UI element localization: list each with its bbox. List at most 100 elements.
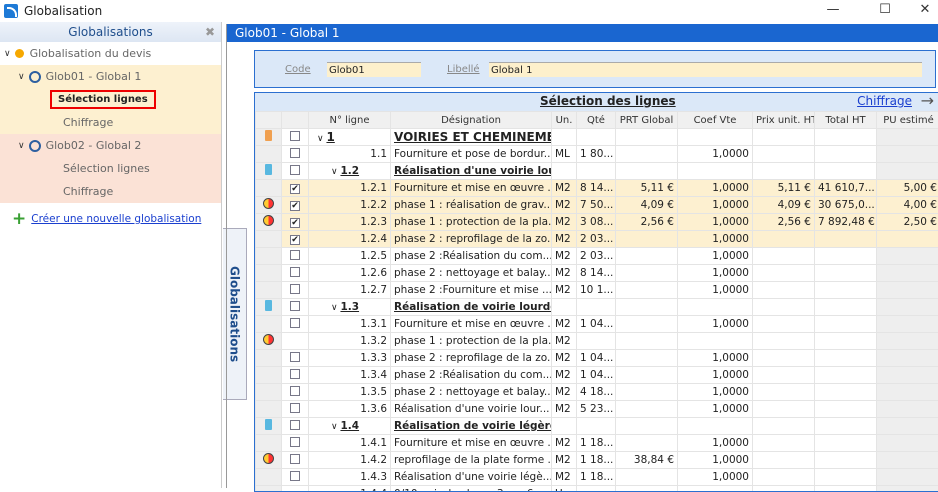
chevron-down-icon[interactable]: ∨ bbox=[18, 141, 25, 151]
tree-item-glob01-chiffrage[interactable]: Chiffrage bbox=[0, 111, 221, 134]
column-header-line-number[interactable]: N° ligne bbox=[309, 112, 391, 129]
tree-root[interactable]: ∨Globalisation du devis bbox=[0, 42, 221, 65]
libelle-input[interactable]: Global 1 bbox=[489, 62, 922, 77]
arrow-right-icon[interactable]: → bbox=[921, 92, 934, 110]
table-row[interactable]: ✔1.2.4phase 2 : reprofilage de la zo...M… bbox=[256, 231, 938, 248]
row-checkbox[interactable] bbox=[290, 267, 300, 277]
row-checkbox[interactable] bbox=[290, 437, 300, 447]
row-checkbox[interactable]: ✔ bbox=[290, 184, 300, 194]
table-row[interactable]: 1.3.2phase 1 : protection de la pla...M2 bbox=[256, 333, 938, 350]
table-row[interactable]: 1.3.3phase 2 : reprofilage de la zo...M2… bbox=[256, 350, 938, 367]
chevron-down-icon[interactable]: ∨ bbox=[18, 72, 25, 82]
column-header-quantity[interactable]: Qté bbox=[577, 112, 616, 129]
title-bar: Globalisation — ☐ ✕ bbox=[0, 0, 938, 22]
close-button[interactable]: ✕ bbox=[910, 2, 938, 20]
table-row[interactable]: 1.3.5phase 2 : nettoyage et balay...M24 … bbox=[256, 384, 938, 401]
cell-unit-price bbox=[753, 486, 815, 492]
table-row[interactable]: 1.4.40/10 noir de classe 3 sur 6 c...U bbox=[256, 486, 938, 492]
table-row[interactable]: 1.4.2reprofilage de la plate forme ...M2… bbox=[256, 452, 938, 469]
tree-item-glob01[interactable]: ∨Glob01 - Global 1 bbox=[0, 65, 221, 88]
tree-item-glob02-chiffrage[interactable]: Chiffrage bbox=[0, 180, 221, 203]
tree-item-glob02-selection[interactable]: Sélection lignes bbox=[0, 157, 221, 180]
column-header-icon[interactable] bbox=[256, 112, 282, 129]
row-checkbox[interactable]: ✔ bbox=[290, 201, 300, 211]
column-header-prt-global[interactable]: PRT Global bbox=[616, 112, 678, 129]
column-header-coef-vte[interactable]: Coef Vte bbox=[678, 112, 753, 129]
table-row[interactable]: 1.2.6phase 2 : nettoyage et balay...M28 … bbox=[256, 265, 938, 282]
table-row[interactable]: ✔1.2.2phase 1 : réalisation de grav...M2… bbox=[256, 197, 938, 214]
table-row[interactable]: 1.4.1Fourniture et mise en œuvre ...M21 … bbox=[256, 435, 938, 452]
cell-pu-estime bbox=[877, 163, 938, 180]
create-globalisation[interactable]: +Créer une nouvelle globalisation bbox=[0, 209, 221, 229]
tree-item-label[interactable]: Sélection lignes bbox=[63, 162, 150, 175]
designation-text: phase 2 : nettoyage et balay... bbox=[394, 386, 552, 398]
cell-line-number: ∨ 1.2 bbox=[309, 163, 391, 180]
column-header-unit[interactable]: Un. bbox=[552, 112, 577, 129]
chiffrage-link[interactable]: Chiffrage bbox=[857, 94, 912, 108]
row-checkbox[interactable] bbox=[290, 165, 300, 175]
table-row[interactable]: ∨ 1VOIRIES ET CHEMINEME... bbox=[256, 129, 938, 146]
blue-bookmark-icon bbox=[265, 300, 272, 311]
cell-quantity: 1 80... bbox=[577, 146, 616, 163]
table-row[interactable]: 1.1Fourniture et pose de bordur...ML1 80… bbox=[256, 146, 938, 163]
cell-pu-estime bbox=[877, 231, 938, 248]
row-checkbox[interactable] bbox=[290, 369, 300, 379]
cell-unit-price bbox=[753, 316, 815, 333]
row-checkbox[interactable] bbox=[290, 420, 300, 430]
close-panel-icon[interactable]: ✖ bbox=[205, 22, 215, 42]
row-icon-cell bbox=[256, 384, 282, 401]
tree-item-glob01-selection[interactable]: Sélection lignes bbox=[0, 88, 221, 111]
column-header-check[interactable] bbox=[282, 112, 309, 129]
row-checkbox[interactable] bbox=[290, 454, 300, 464]
table-row[interactable]: 1.3.1Fourniture et mise en œuvre ...M21 … bbox=[256, 316, 938, 333]
maximize-button[interactable]: ☐ bbox=[870, 2, 900, 20]
table-row[interactable]: ✔1.2.1Fourniture et mise en œuvre ...M28… bbox=[256, 180, 938, 197]
row-checkbox[interactable] bbox=[290, 250, 300, 260]
cell-line-number: 1.1 bbox=[309, 146, 391, 163]
cell-total-ht bbox=[815, 265, 877, 282]
create-globalisation-link[interactable]: Créer une nouvelle globalisation bbox=[31, 213, 201, 225]
row-checkbox[interactable] bbox=[290, 284, 300, 294]
cell-prt-global bbox=[616, 231, 678, 248]
cell-total-ht bbox=[815, 146, 877, 163]
cell-prt-global bbox=[616, 367, 678, 384]
chevron-down-icon[interactable]: ∨ bbox=[4, 49, 11, 59]
code-input[interactable]: Glob01 bbox=[327, 62, 421, 77]
row-checkbox[interactable] bbox=[290, 471, 300, 481]
table-row[interactable]: 1.4.3Réalisation d'une voirie légè...M21… bbox=[256, 469, 938, 486]
cell-unit-price bbox=[753, 333, 815, 350]
column-header-designation[interactable]: Désignation bbox=[391, 112, 552, 129]
column-header-unit-price[interactable]: Prix unit. HT bbox=[753, 112, 815, 129]
row-checkbox[interactable]: ✔ bbox=[290, 218, 300, 228]
line-number-text: 1.3 bbox=[340, 301, 359, 313]
row-checkbox[interactable] bbox=[290, 386, 300, 396]
column-header-pu-estime[interactable]: PU estimé bbox=[877, 112, 938, 129]
table-row[interactable]: 1.2.7phase 2 :Fourniture et mise ...M210… bbox=[256, 282, 938, 299]
row-checkbox[interactable] bbox=[290, 352, 300, 362]
row-icon-cell bbox=[256, 316, 282, 333]
table-row[interactable]: 1.3.4phase 2 :Réalisation du com...M21 0… bbox=[256, 367, 938, 384]
row-checkbox[interactable] bbox=[290, 148, 300, 158]
designation-text: phase 1 : protection de la pla... bbox=[394, 216, 552, 228]
row-checkbox[interactable] bbox=[290, 403, 300, 413]
cell-unit bbox=[552, 299, 577, 316]
tree-item-label[interactable]: Chiffrage bbox=[63, 116, 113, 129]
tree-item-glob02[interactable]: ∨Glob02 - Global 2 bbox=[0, 134, 221, 157]
tree-item-label[interactable]: Chiffrage bbox=[63, 185, 113, 198]
minimize-button[interactable]: — bbox=[818, 2, 848, 20]
table-row[interactable]: ∨ 1.4Réalisation de voirie légère bbox=[256, 418, 938, 435]
row-checkbox[interactable] bbox=[290, 301, 300, 311]
table-row[interactable]: ✔1.2.3phase 1 : protection de la pla...M… bbox=[256, 214, 938, 231]
table-row[interactable]: 1.2.5phase 2 :Réalisation du com...M22 0… bbox=[256, 248, 938, 265]
row-checkbox[interactable] bbox=[290, 131, 300, 141]
checkbox-cell bbox=[282, 384, 309, 401]
selected-item-label[interactable]: Sélection lignes bbox=[50, 90, 156, 109]
line-number-text: 1.1 bbox=[370, 148, 387, 160]
column-header-total-ht[interactable]: Total HT bbox=[815, 112, 877, 129]
table-row[interactable]: 1.3.6Réalisation d'une voirie lour...M25… bbox=[256, 401, 938, 418]
table-row[interactable]: ∨ 1.2Réalisation d'une voirie lour... bbox=[256, 163, 938, 180]
row-checkbox[interactable]: ✔ bbox=[290, 235, 300, 245]
table-row[interactable]: ∨ 1.3Réalisation de voirie lourde ... bbox=[256, 299, 938, 316]
row-checkbox[interactable] bbox=[290, 318, 300, 328]
line-number-text: 1.2 bbox=[340, 165, 359, 177]
